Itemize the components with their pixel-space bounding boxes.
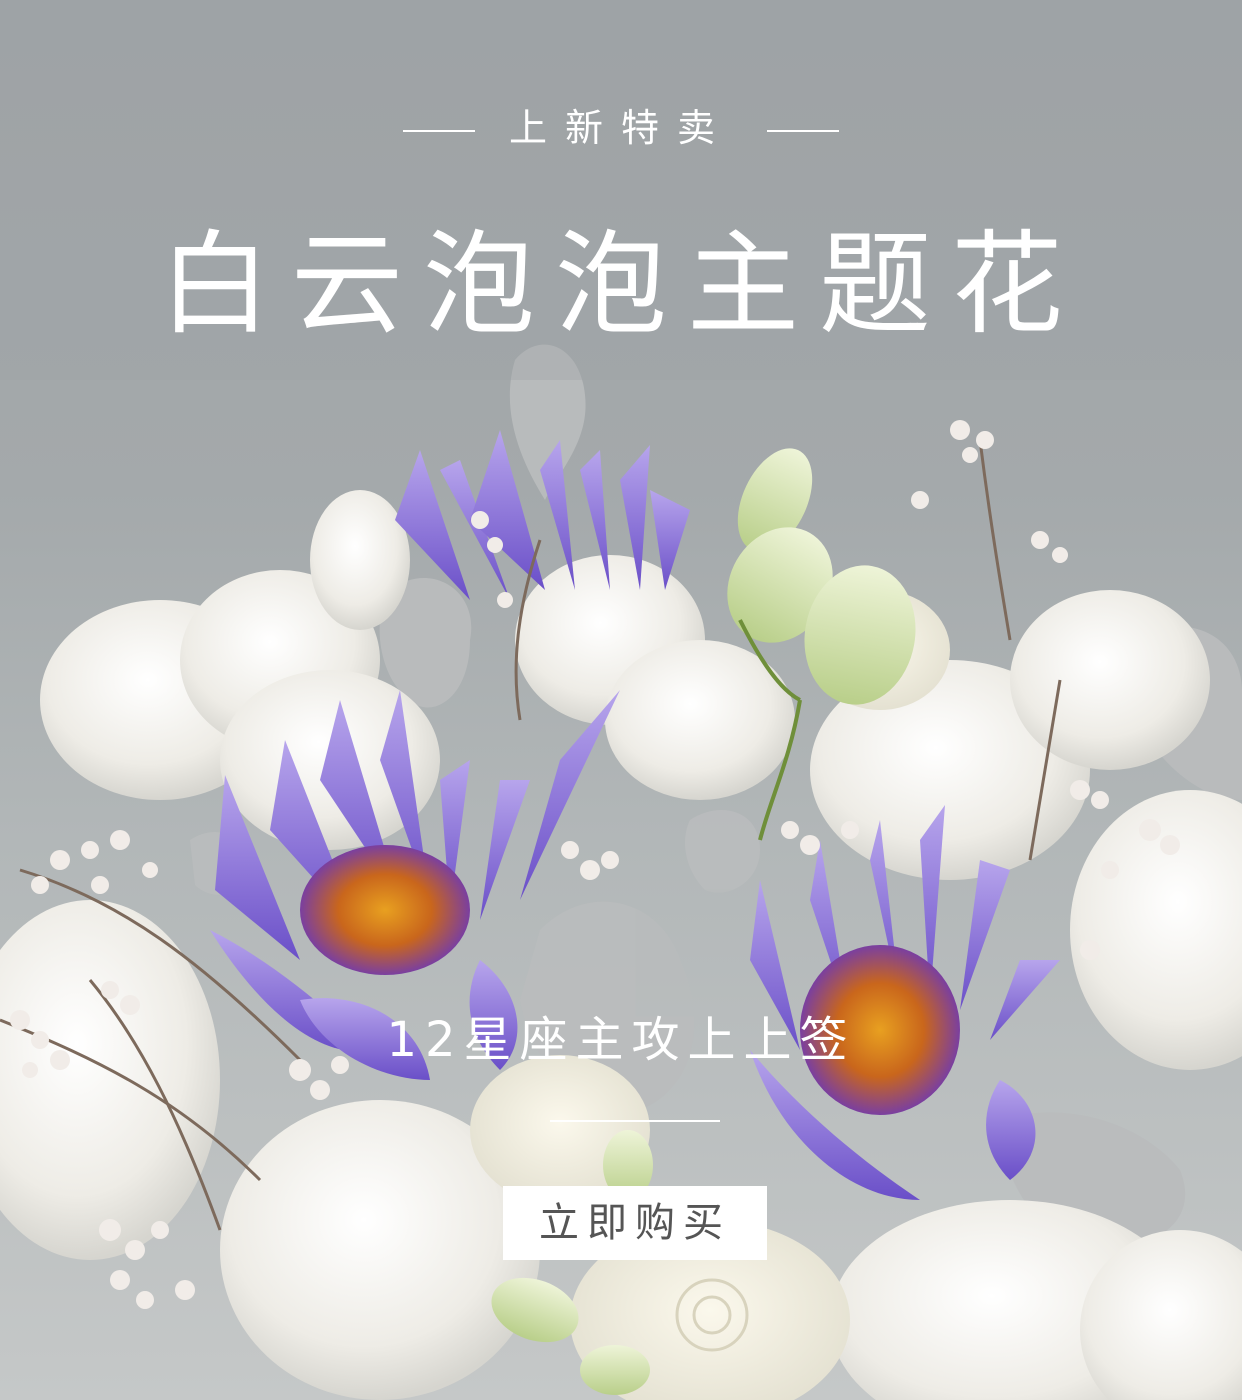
right-dash [767,129,839,132]
buy-now-button[interactable]: 立即购买 [503,1186,767,1260]
divider [550,1120,720,1122]
left-dash [402,129,475,132]
hero-banner: 上新特卖 白云泡泡主题花 12星座主攻上上签 立即购买 [0,0,1242,1400]
page-title: 白云泡泡主题花 [159,220,1083,350]
eyebrow-row: 上新特卖 [0,98,1242,158]
eyebrow-text: 上新特卖 [508,106,733,150]
subtitle: 12星座主攻上上签 [386,1012,856,1068]
